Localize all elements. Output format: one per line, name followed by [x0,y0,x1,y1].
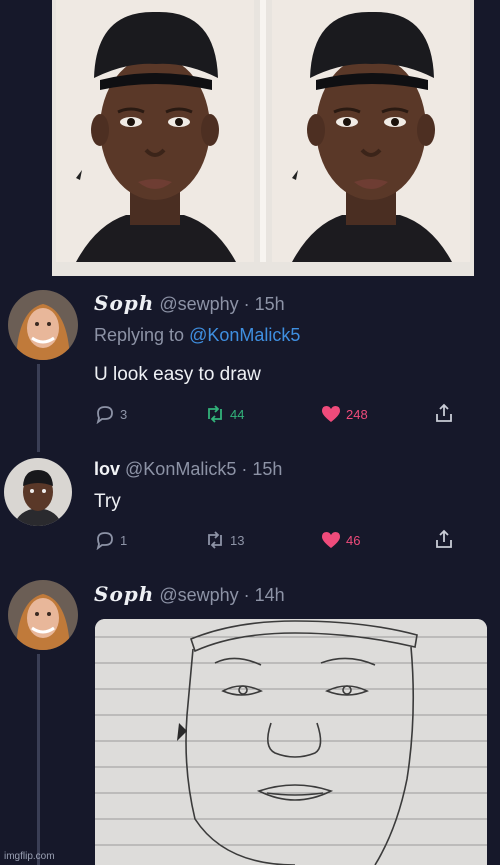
retweet-icon [208,531,222,549]
reply-icon [96,532,113,550]
retweet-button[interactable]: 13 [204,530,244,550]
portrait-image [56,0,254,262]
watermark: imgflip.com [4,851,55,862]
avatar[interactable] [8,580,78,650]
attached-photos[interactable] [52,0,474,276]
display-name[interactable]: lov [94,459,120,479]
avatar[interactable] [8,290,78,360]
user-handle[interactable]: @KonMalick5 [125,459,236,479]
mention-link[interactable]: @KonMalick5 [189,325,300,345]
reply-count: 1 [120,532,128,548]
retweet-count: 13 [230,532,245,548]
like-button[interactable]: 248 [320,404,368,424]
portrait-photo-left[interactable] [56,0,254,262]
display-name[interactable]: Soph [94,582,154,606]
sketch-image [95,619,487,865]
user-handle[interactable]: @sewphy [159,294,238,314]
display-name[interactable]: Soph [94,291,154,315]
retweet-icon [208,405,222,423]
retweet-button[interactable]: 44 [204,404,244,424]
avatar[interactable] [4,458,72,526]
portrait-photo-right[interactable] [272,0,470,262]
tweet-header: Soph @sewphy · 14h [94,582,285,606]
replying-to-label: Replying to [94,325,190,345]
avatar-image [4,458,72,526]
share-icon [436,403,452,422]
share-button[interactable] [433,402,455,424]
retweet-count: 44 [230,406,245,422]
share-icon [436,529,452,548]
like-count: 46 [346,532,361,548]
reply-icon [96,406,113,424]
share-button[interactable] [433,528,455,550]
tweet-header: lov @KonMalick5 · 15h [94,459,282,480]
avatar-image [8,290,78,360]
heart-icon [322,532,340,548]
user-handle[interactable]: @sewphy [159,585,238,605]
thread-line [37,364,40,452]
timestamp[interactable]: · 15h [244,294,285,314]
timestamp[interactable]: · 14h [244,585,285,605]
photo-divider [260,0,266,262]
portrait-image [272,0,470,262]
avatar-image [8,580,78,650]
tweet-text: Try [94,491,121,512]
tweet-text: U look easy to draw [94,364,261,385]
heart-icon [322,406,340,422]
attached-drawing[interactable] [95,619,487,865]
timestamp[interactable]: · 15h [241,459,282,479]
thread-line [37,654,40,865]
reply-count: 3 [120,406,128,422]
reply-button[interactable]: 1 [94,530,127,550]
replying-to: Replying to @KonMalick5 [94,325,300,346]
like-count: 248 [346,406,368,422]
tweet-header: Soph @sewphy · 15h [94,291,285,315]
reply-button[interactable]: 3 [94,404,127,424]
like-button[interactable]: 46 [320,530,360,550]
